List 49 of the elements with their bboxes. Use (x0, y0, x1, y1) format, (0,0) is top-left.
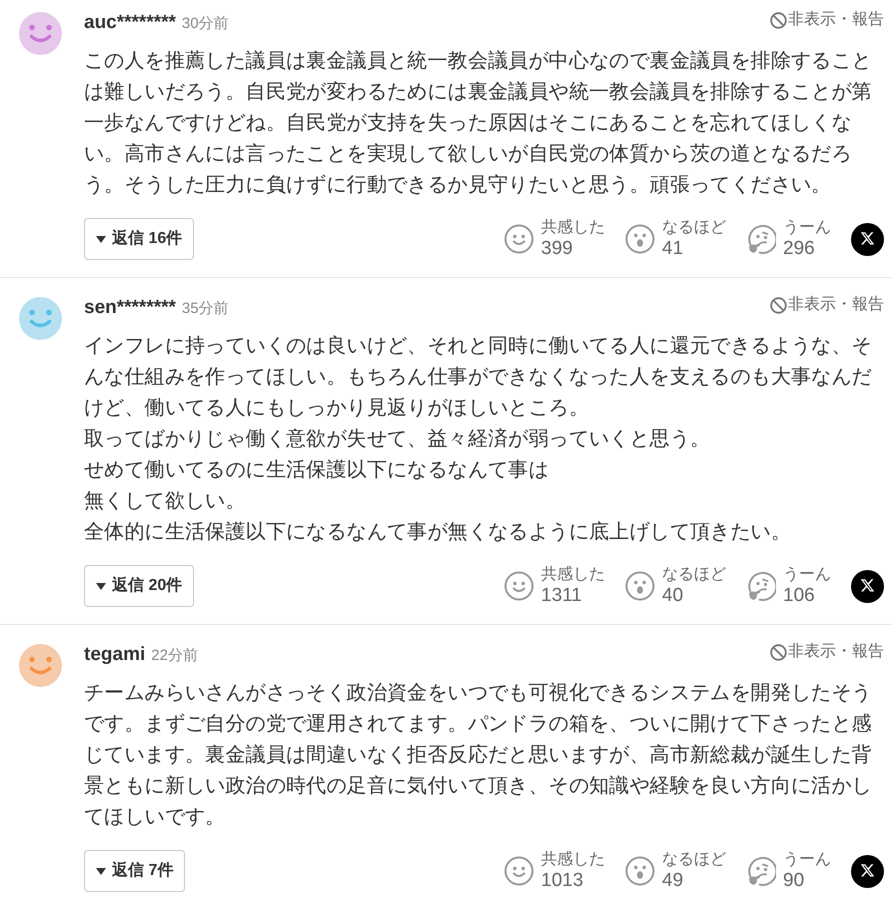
caret-icon (96, 868, 106, 874)
timestamp: 35分前 (182, 299, 229, 319)
prohibited-icon (770, 644, 787, 660)
reaction-button[interactable]: 共感した 399 (504, 218, 605, 260)
comment-text: 取ってばかりじゃ働く意欲が失せて、益々経済が弱っていくと思う。 (84, 427, 712, 452)
replies-button[interactable]: 返信 16件 (84, 218, 194, 260)
timestamp: 22分前 (151, 646, 198, 666)
smile-face-icon (504, 571, 534, 601)
x-logo-icon (860, 864, 875, 878)
reaction-button[interactable]: うーん 106 (746, 565, 831, 607)
thinking-face-icon (746, 571, 776, 601)
smile-face-icon (504, 224, 534, 254)
x-logo-icon (860, 232, 875, 246)
hide-report-link[interactable]: 非表示・報告 (770, 10, 884, 30)
username[interactable]: auc******** (84, 9, 176, 37)
surprised-face-icon (625, 856, 655, 886)
prohibited-icon (770, 296, 787, 314)
comment-text: 全体的に生活保護以下になるなんて事が無くなるように底上げして頂きたい。 (84, 520, 792, 545)
caret-icon (96, 582, 106, 590)
x-logo-icon (860, 579, 875, 593)
caret-icon (96, 236, 106, 242)
surprised-face-icon (625, 224, 655, 254)
username[interactable]: tegami (84, 641, 146, 669)
comment-text: この人を推薦した議員は裏金議員と統一教会議員が中心なので裏金議員を排除することは難しいだろう。自民党が変わるためには裏金議員や統一教会議員を排除することが第一歩なんですけどね。自民党が支持を失った原因はそこにあることを忘れてほしくない。高市さんには言ったことを実現して欲しいが自民党の体質から茨の道となるだろう。そうした圧力に負けずに行動できるか見守りたいと思う。頑張ってください。 (84, 49, 873, 198)
thinking-face-icon (746, 224, 776, 254)
comment-text: せめて働いてるのに生活保護以下になるなんて事は (84, 458, 550, 483)
share-button[interactable] (851, 222, 884, 256)
reaction-button[interactable]: 共感した 1311 (504, 565, 605, 607)
smile-face-icon (504, 856, 534, 886)
thinking-face-icon (746, 856, 776, 886)
reaction-button[interactable]: なるほど 40 (625, 565, 726, 607)
timestamp: 30分前 (182, 14, 229, 34)
replies-button[interactable]: 返信 20件 (84, 565, 194, 607)
reaction-button[interactable]: 共感した 1013 (504, 850, 605, 892)
share-button[interactable] (851, 570, 884, 602)
reaction-button[interactable]: うーん 296 (746, 218, 831, 260)
username[interactable]: sen******** (84, 294, 176, 322)
share-button[interactable] (851, 854, 884, 888)
reaction-button[interactable]: うーん 90 (746, 850, 831, 892)
prohibited-icon (770, 12, 787, 28)
reaction-button[interactable]: なるほど 49 (625, 850, 726, 892)
replies-button[interactable]: 返信 7件 (84, 850, 186, 892)
hide-report-link[interactable]: 非表示・報告 (770, 642, 884, 662)
hide-report-link[interactable]: 非表示・報告 (770, 295, 884, 315)
comment-text: チームみらいさんがさっそく政治資金をいつでも可視化できるシステムを開発したそうです。まずご自分の党で運用されてます。パンドラの箱を、ついに開けて下さったと感じています。裏金議員は間違いなく拒否反応だと思いますが、高市新総裁が誕生した背景ともに新しい政治の時代の足音に気付いて頂き、その知識や経験を良い方向に活かしてほしいです。 (84, 681, 873, 830)
comment-text: 無くして欲しい。 (84, 489, 247, 514)
comment-text: インフレに持っていくのは良いけど、それと同時に働いてる人に還元できるような、そんな仕組みを作ってほしい。もちろん仕事ができなくなった人を支えるのも大事なんだけど、働いてる人にもしっかり見返りがほしいところ。 (84, 334, 873, 421)
reaction-button[interactable]: なるほど 41 (625, 218, 726, 260)
surprised-face-icon (625, 571, 655, 601)
